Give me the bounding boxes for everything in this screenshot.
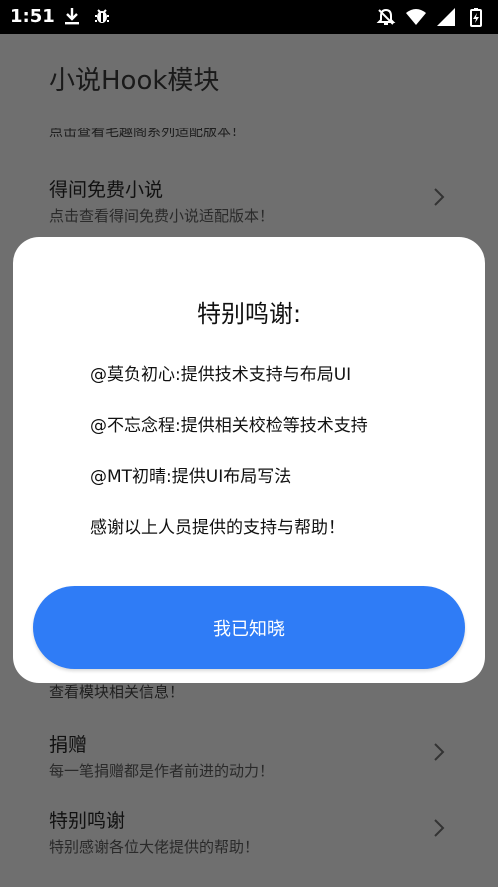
dialog-line: @莫负初心:提供技术支持与布局UI (90, 365, 352, 385)
chevron-right-icon (434, 743, 445, 761)
download-icon (65, 8, 79, 25)
list-item-title: 得间免费小说 (49, 179, 164, 201)
dialog-line: @不忘念程:提供相关校检等技术支持 (90, 416, 368, 436)
chevron-right-icon (434, 819, 445, 837)
status-bar: 1:51 (0, 0, 498, 34)
list-item-subtitle: 点击查看得间免费小说适配版本！ (49, 207, 275, 225)
list-item-subtitle: 每一笔捐赠都是作者前进的动力！ (49, 762, 275, 780)
battery-charging-icon (470, 8, 482, 27)
list-item-subtitle-cut: 点击查看毛趣阁系列适配版本！ (49, 128, 245, 140)
list-item-donate[interactable]: 捐赠 每一笔捐赠都是作者前进的动力！ (0, 730, 498, 800)
chevron-right-icon (434, 188, 445, 206)
dialog-line: 感谢以上人员提供的支持与帮助！ (90, 518, 345, 538)
list-item-title: 捐赠 (49, 734, 88, 756)
list-item-subtitle: 特别感谢各位大佬提供的帮助！ (49, 838, 260, 856)
status-time: 1:51 (10, 6, 55, 27)
confirm-button[interactable]: 我已知晓 (33, 586, 465, 669)
list-item-dejian-novel[interactable]: 得间免费小说 点击查看得间免费小说适配版本！ (0, 175, 498, 245)
dialog-line: @MT初晴:提供UI布局写法 (90, 467, 292, 487)
dialog-title: 特别鸣谢: (196, 300, 302, 328)
list-item-title: 特别鸣谢 (49, 810, 126, 832)
app-title: 小说Hook模块 (49, 66, 220, 96)
signal-icon (437, 8, 455, 26)
list-item-subtitle-about: 查看模块相关信息！ (49, 683, 185, 701)
list-item-special-thanks[interactable]: 特别鸣谢 特别感谢各位大佬提供的帮助！ (0, 806, 498, 876)
wifi-icon (406, 9, 426, 25)
notifications-off-icon (376, 8, 396, 25)
bug-icon (95, 9, 109, 23)
special-thanks-dialog: 特别鸣谢: @莫负初心:提供技术支持与布局UI @不忘念程:提供相关校检等技术支… (13, 237, 485, 683)
